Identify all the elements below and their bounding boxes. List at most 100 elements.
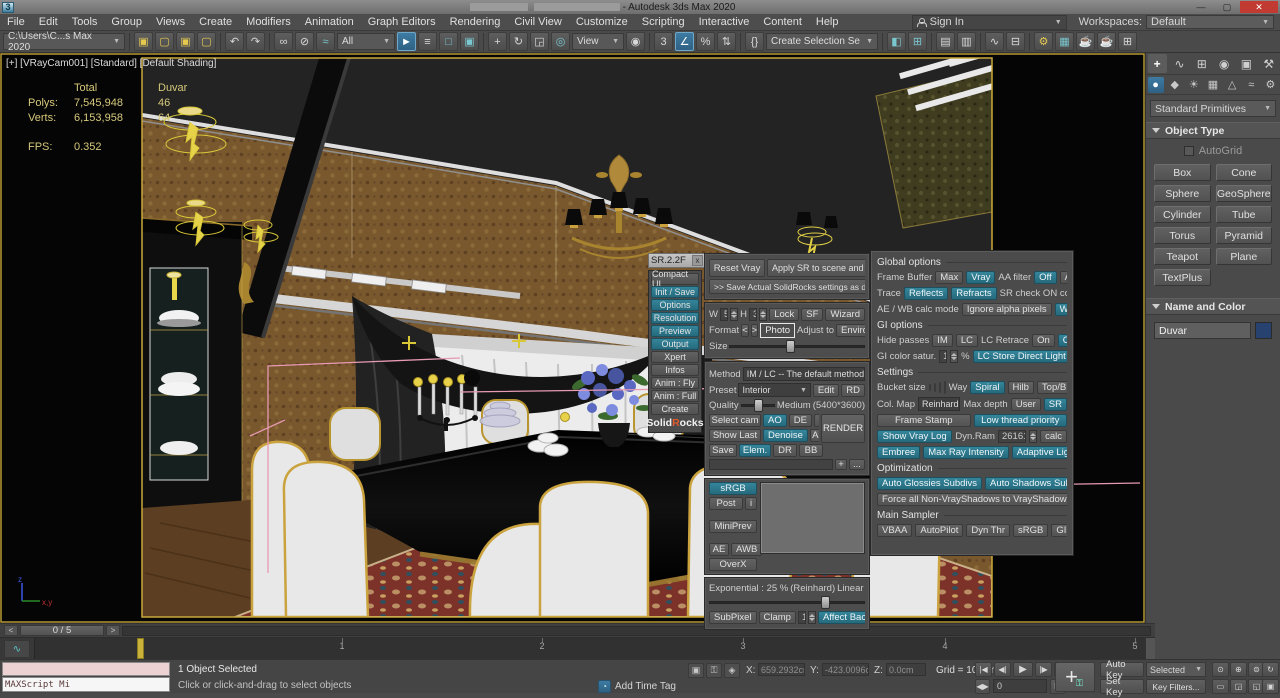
reference-coordinate-select[interactable]: View ▼	[572, 33, 624, 50]
sign-in-button[interactable]: Sign In ▼	[912, 15, 1067, 30]
maxscript-mini-listener[interactable]	[2, 662, 170, 676]
menu-help[interactable]: Help	[809, 14, 846, 30]
dynram-spinner[interactable]	[1029, 430, 1037, 443]
lc-button[interactable]: LC	[956, 334, 978, 347]
named-selection-set-select[interactable]: Create Selection Se ▼	[766, 33, 878, 50]
toggle-ribbon-icon[interactable]: ▥	[957, 32, 976, 51]
current-frame-field[interactable]: 0	[993, 679, 1047, 693]
show-last-button[interactable]: Show Last	[709, 429, 761, 442]
size-slider[interactable]	[729, 340, 865, 353]
ae-button[interactable]: AE	[709, 543, 729, 556]
menu-animation[interactable]: Animation	[298, 14, 361, 30]
menu-views[interactable]: Views	[149, 14, 192, 30]
spiral-button[interactable]: Spiral	[970, 381, 1004, 394]
nav-anim-fly[interactable]: Anim : Fly	[651, 377, 699, 389]
retrace-on-button[interactable]: On	[1032, 334, 1055, 347]
select-by-name-icon[interactable]: ≡	[418, 32, 437, 51]
use-pivot-center-icon[interactable]: ◉	[626, 32, 645, 51]
menu-customize[interactable]: Customize	[569, 14, 635, 30]
angle-snap-icon[interactable]: ∠	[675, 32, 694, 51]
edit-named-selection-sets-icon[interactable]: {}	[745, 32, 764, 51]
browse-button[interactable]: ...	[849, 459, 865, 470]
fb-vray-button[interactable]: Vray	[966, 271, 995, 284]
snap-toggle-3d-icon[interactable]: 3	[654, 32, 673, 51]
geosphere-button[interactable]: GeoSphere	[1216, 185, 1273, 202]
adaptive-lights-button[interactable]: Adaptive Lights	[1012, 446, 1067, 459]
nav-create[interactable]: Create	[651, 403, 699, 415]
show-vray-log-button[interactable]: Show Vray Log	[877, 430, 952, 443]
whole-image-button[interactable]: Whole image	[1055, 303, 1067, 316]
render-setup-icon[interactable]: ⚙	[1034, 32, 1053, 51]
previous-frame-button[interactable]: ◀|	[994, 662, 1011, 677]
menu-content[interactable]: Content	[756, 14, 809, 30]
depth-user-button[interactable]: User	[1011, 398, 1041, 411]
next-frame-button[interactable]: >	[106, 625, 120, 636]
cone-button[interactable]: Cone	[1216, 164, 1273, 181]
burn-slider[interactable]	[709, 596, 865, 609]
format-prev-button[interactable]: <	[741, 324, 749, 337]
method-select[interactable]: IM / LC -- The default method ▼	[743, 367, 865, 381]
nav-anim-full[interactable]: Anim : Full	[651, 390, 699, 402]
denoise-button[interactable]: Denoise	[763, 429, 808, 442]
ao-button[interactable]: AO	[763, 414, 787, 427]
rd-button[interactable]: RD	[841, 384, 865, 397]
set-key-button[interactable]: Set Key	[1100, 679, 1144, 694]
apply-sr-button[interactable]: Apply SR to scene and close	[767, 259, 865, 277]
select-and-move-icon[interactable]: +	[488, 32, 507, 51]
save-default-button[interactable]: >> Save Actual SolidRocks settings as de…	[709, 279, 865, 294]
sf-button[interactable]: SF	[801, 308, 823, 321]
auto-shadows-button[interactable]: Auto Shadows Subdivs	[985, 477, 1067, 490]
solidrocks-titlebar[interactable]: SR.2.2F x	[648, 253, 706, 268]
embree-button[interactable]: Embree	[877, 446, 920, 459]
selection-set-select[interactable]: Selected ▼	[1146, 662, 1206, 677]
teapot-button[interactable]: Teapot	[1154, 248, 1211, 265]
miniprev-button[interactable]: MiniPrev	[709, 520, 757, 533]
rectangular-selection-region-icon[interactable]: □	[439, 32, 458, 51]
redo-icon[interactable]: ↷	[246, 32, 265, 51]
torus-button[interactable]: Torus	[1154, 227, 1211, 244]
burn-slider-handle[interactable]	[821, 596, 830, 609]
subpixel-button[interactable]: SubPixel	[709, 611, 757, 624]
undo-icon[interactable]: ↶	[225, 32, 244, 51]
menu-create[interactable]: Create	[192, 14, 239, 30]
overx-button[interactable]: OverX	[709, 558, 757, 571]
cameras-icon[interactable]: ▦	[1205, 77, 1221, 93]
previous-frame-button[interactable]: <	[4, 625, 18, 636]
reflects-button[interactable]: Reflects	[904, 287, 948, 300]
sphere-button[interactable]: Sphere	[1154, 185, 1211, 202]
geometry-category-select[interactable]: Standard Primitives ▼	[1150, 100, 1276, 117]
size-slider-handle[interactable]	[786, 340, 795, 353]
menu-modifiers[interactable]: Modifiers	[239, 14, 298, 30]
zoom-region-icon[interactable]: ◲	[1230, 679, 1247, 694]
y-coordinate-field[interactable]: -423.0096cm	[822, 663, 869, 676]
dynram-input[interactable]: 26161	[998, 430, 1026, 443]
isolate-selection-icon[interactable]: ▣	[688, 663, 704, 678]
spacewarps-icon[interactable]: ≈	[1243, 77, 1259, 93]
awb-button[interactable]: AWB	[731, 543, 762, 556]
add-path-button[interactable]: +	[835, 459, 847, 470]
menu-interactive[interactable]: Interactive	[692, 14, 757, 30]
select-object-icon[interactable]: ►	[397, 32, 416, 51]
post-button[interactable]: Post	[709, 497, 743, 510]
menu-edit[interactable]: Edit	[32, 14, 65, 30]
menu-rendering[interactable]: Rendering	[443, 14, 508, 30]
srgb-sampler-button[interactable]: sRGB	[1013, 524, 1048, 537]
edit-preset-button[interactable]: Edit	[813, 384, 839, 397]
bucket-large-button[interactable]	[939, 382, 941, 393]
zoom-icon[interactable]: ⊕	[1230, 662, 1247, 677]
lc-store-button[interactable]: LC Store Direct Light	[973, 350, 1067, 363]
output-path-input[interactable]	[709, 459, 833, 470]
tab-hierarchy-icon[interactable]: ⊞	[1192, 54, 1211, 73]
shapes-icon[interactable]: ◆	[1167, 77, 1183, 93]
tab-motion-icon[interactable]: ◉	[1215, 54, 1234, 73]
render-production-icon[interactable]: ☕	[1076, 32, 1095, 51]
clamp-button[interactable]: Clamp	[759, 611, 796, 624]
render-button[interactable]: RENDER	[821, 414, 865, 443]
max-ray-intensity-button[interactable]: Max Ray Intensity	[923, 446, 1009, 459]
topb-button[interactable]: Top/B	[1037, 381, 1067, 394]
clamp-spinner[interactable]	[808, 611, 816, 624]
elem-button[interactable]: Elem.	[739, 444, 771, 457]
height-spinner[interactable]	[759, 308, 767, 321]
close-button[interactable]: ✕	[1240, 1, 1278, 13]
affect-background-button[interactable]: Affect Backgrd	[818, 611, 865, 624]
